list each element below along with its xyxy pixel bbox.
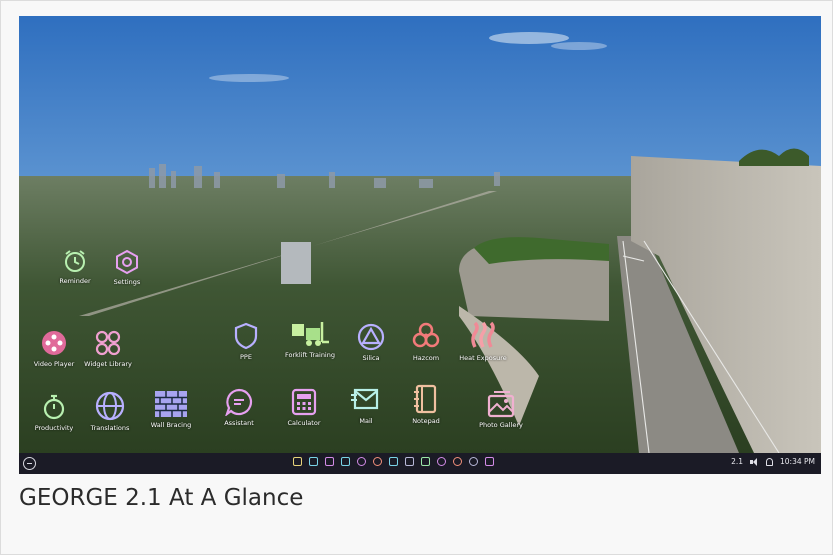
biohazard-icon xyxy=(412,322,440,348)
photo-gallery-icon xyxy=(487,391,515,418)
volume-icon[interactable] xyxy=(750,457,759,466)
globe-icon xyxy=(95,391,125,421)
app-ppe[interactable]: PPE xyxy=(211,322,281,361)
app-wall-bracing[interactable]: Wall Bracing xyxy=(136,390,206,429)
taskbar-clock-icon[interactable] xyxy=(373,457,382,466)
brick-wall-icon xyxy=(155,391,187,417)
taskbar-reminder-icon[interactable] xyxy=(421,457,430,466)
version-label: 2.1 xyxy=(731,457,743,466)
shield-icon xyxy=(234,322,258,350)
app-notepad[interactable]: Notepad xyxy=(391,384,461,425)
widget-grid-icon xyxy=(95,330,121,356)
chat-bubble-icon xyxy=(225,388,253,416)
taskbar-gallery-icon[interactable] xyxy=(405,457,414,466)
taskbar-chat-icon[interactable] xyxy=(357,457,366,466)
taskbar-pinned-apps xyxy=(293,457,494,466)
app-calculator[interactable]: Calculator xyxy=(269,388,339,427)
mail-icon xyxy=(351,388,379,410)
taskbar-film-icon[interactable] xyxy=(453,457,462,466)
app-heat-exposure[interactable]: Heat Exposure xyxy=(448,321,518,362)
desktop-screenshot: Reminder Settings Video Player Widget Li… xyxy=(19,16,821,474)
taskbar-mail-icon[interactable] xyxy=(341,457,350,466)
system-tray: 2.1 10:34 PM xyxy=(731,457,815,466)
app-forklift-training[interactable]: Forklift Training xyxy=(275,320,345,359)
article-card: Reminder Settings Video Player Widget Li… xyxy=(0,0,833,555)
app-settings[interactable]: Settings xyxy=(92,249,162,286)
taskbar-widgets-icon[interactable] xyxy=(485,457,494,466)
gear-hex-icon xyxy=(116,249,138,275)
taskbar-calculator-icon[interactable] xyxy=(293,457,302,466)
clock[interactable]: 10:34 PM xyxy=(780,457,815,466)
taskbar: 2.1 10:34 PM xyxy=(19,453,821,474)
taskbar-notepad-icon[interactable] xyxy=(389,457,398,466)
app-assistant[interactable]: Assistant xyxy=(204,388,274,427)
stopwatch-icon xyxy=(43,394,65,420)
triangle-circle-icon xyxy=(357,323,385,351)
notepad-icon xyxy=(414,384,437,414)
taskbar-settings-icon[interactable] xyxy=(437,457,446,466)
app-photo-gallery[interactable]: Photo Gallery xyxy=(466,390,536,429)
app-widget-library[interactable]: Widget Library xyxy=(73,329,143,368)
taskbar-video-icon[interactable] xyxy=(325,457,334,466)
forklift-icon xyxy=(292,322,329,346)
caption: GEORGE 2.1 At A Glance xyxy=(19,485,304,511)
start-menu-icon[interactable] xyxy=(23,457,36,470)
calculator-icon xyxy=(291,388,317,416)
heat-icon xyxy=(471,321,495,348)
app-translations[interactable]: Translations xyxy=(75,391,145,432)
notification-icon[interactable] xyxy=(766,457,773,466)
clock-reminder-icon xyxy=(65,250,85,272)
taskbar-globe-icon[interactable] xyxy=(469,457,478,466)
taskbar-terminal-icon[interactable] xyxy=(309,457,318,466)
film-reel-icon xyxy=(42,331,66,355)
